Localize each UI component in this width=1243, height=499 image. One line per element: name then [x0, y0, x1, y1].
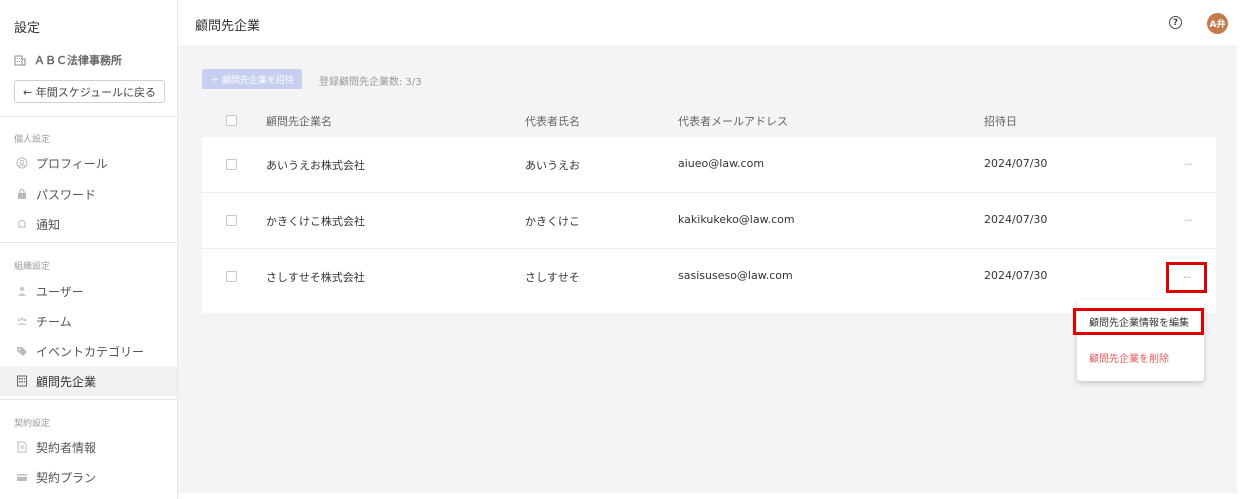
- sidebar-item-profile[interactable]: プロフィール: [0, 148, 177, 178]
- row-checkbox[interactable]: [226, 159, 237, 170]
- invite-date: 2024/07/30: [984, 157, 1048, 170]
- client-count: 登録顧問先企業数: 3/3: [319, 77, 422, 88]
- more-options-icon[interactable]: ···: [1179, 154, 1197, 174]
- table-row: さしすせそ株式会社 さしすせそ sasisuseso@law.com 2024/…: [202, 249, 1216, 305]
- delete-client-menu-item[interactable]: 顧問先企業を削除: [1077, 344, 1204, 370]
- section-personal: 個人設定: [14, 135, 51, 145]
- divider: [0, 242, 178, 243]
- column-header-email: 代表者メールアドレス: [678, 115, 788, 128]
- sidebar-item-label: 顧問先企業: [36, 374, 97, 389]
- sidebar-item-label: プロフィール: [36, 156, 108, 171]
- column-header-representative: 代表者氏名: [525, 115, 580, 128]
- sidebar: 設定 ＡＢＣ法律事務所 ← 年間スケジュールに戻る 個人設定 プロフィール パス…: [0, 0, 178, 499]
- sidebar-item-contractor-info[interactable]: 契約者情報: [0, 432, 177, 462]
- company-name: かきくけこ株式会社: [266, 215, 365, 228]
- section-contract: 契約設定: [14, 419, 51, 429]
- sidebar-item-client-companies[interactable]: 顧問先企業: [0, 366, 177, 396]
- sidebar-item-label: 契約者情報: [36, 440, 97, 455]
- sidebar-title: 設定: [14, 21, 41, 36]
- row-checkbox[interactable]: [226, 215, 237, 226]
- select-all-checkbox[interactable]: [226, 115, 237, 126]
- company-name: あいうえお株式会社: [266, 159, 365, 172]
- row-checkbox[interactable]: [226, 271, 237, 282]
- sidebar-item-label: ユーザー: [36, 284, 84, 299]
- sidebar-item-contract-plan[interactable]: 契約プラン: [0, 462, 177, 492]
- document-icon: [17, 441, 27, 453]
- section-organization: 組織設定: [14, 262, 51, 272]
- edit-client-menu-item[interactable]: 顧問先企業情報を編集: [1077, 308, 1204, 334]
- sidebar-item-notification[interactable]: 通知: [0, 209, 177, 239]
- invite-date: 2024/07/30: [984, 213, 1048, 226]
- user-circle-icon: [16, 157, 28, 169]
- table-row: あいうえお株式会社 あいうえお aiueo@law.com 2024/07/30…: [202, 137, 1216, 193]
- sidebar-item-label: パスワード: [36, 187, 97, 202]
- avatar[interactable]: A弁: [1207, 13, 1228, 34]
- representative-email: sasisuseso@law.com: [678, 269, 793, 282]
- user-icon: [18, 286, 26, 296]
- row-action-menu: 顧問先企業情報を編集 顧問先企業を削除: [1073, 300, 1204, 381]
- lock-icon: [18, 188, 26, 199]
- sidebar-item-team[interactable]: チーム: [0, 306, 177, 336]
- tag-icon: [17, 347, 27, 356]
- bell-icon: [18, 220, 26, 228]
- divider: [0, 399, 178, 400]
- main-content: ＋ 顧問先企業を招待 登録顧問先企業数: 3/3 顧問先企業名 代表者氏名 代表…: [178, 45, 1237, 493]
- header: 顧問先企業 ? A弁: [178, 0, 1243, 45]
- building-icon: [14, 55, 26, 66]
- table-row: かきくけこ株式会社 かきくけこ kakikukeko@law.com 2024/…: [202, 193, 1216, 249]
- building-icon: [17, 375, 27, 387]
- sidebar-item-label: 通知: [36, 217, 61, 232]
- representative-name: かきくけこ: [525, 215, 580, 228]
- page-title: 顧問先企業: [195, 19, 261, 34]
- sidebar-item-label: イベントカテゴリー: [36, 344, 145, 359]
- back-to-schedule-button[interactable]: ← 年間スケジュールに戻る: [14, 80, 165, 103]
- column-header-company: 顧問先企業名: [266, 115, 332, 128]
- sidebar-item-label: 契約プラン: [36, 470, 97, 485]
- card-icon: [17, 474, 27, 481]
- org-name: ＡＢＣ法律事務所: [14, 52, 122, 68]
- company-name: さしすせそ株式会社: [266, 271, 365, 284]
- org-name-label: ＡＢＣ法律事務所: [34, 54, 122, 67]
- representative-name: あいうえお: [525, 159, 580, 172]
- invite-client-button[interactable]: ＋ 顧問先企業を招待: [202, 69, 302, 89]
- representative-name: さしすせそ: [525, 271, 580, 284]
- sidebar-item-event-category[interactable]: イベントカテゴリー: [0, 336, 177, 366]
- sidebar-item-password[interactable]: パスワード: [0, 179, 177, 209]
- sidebar-item-label: チーム: [36, 314, 72, 329]
- help-icon[interactable]: ?: [1169, 16, 1182, 29]
- more-options-icon[interactable]: ···: [1166, 262, 1207, 293]
- column-header-invite-date: 招待日: [984, 115, 1017, 128]
- sidebar-item-users[interactable]: ユーザー: [0, 276, 177, 306]
- team-icon: [17, 317, 27, 325]
- representative-email: aiueo@law.com: [678, 157, 765, 170]
- divider: [0, 116, 178, 117]
- more-options-icon[interactable]: ···: [1179, 210, 1197, 230]
- invite-date: 2024/07/30: [984, 269, 1048, 282]
- client-table: あいうえお株式会社 あいうえお aiueo@law.com 2024/07/30…: [202, 137, 1216, 313]
- representative-email: kakikukeko@law.com: [678, 213, 795, 226]
